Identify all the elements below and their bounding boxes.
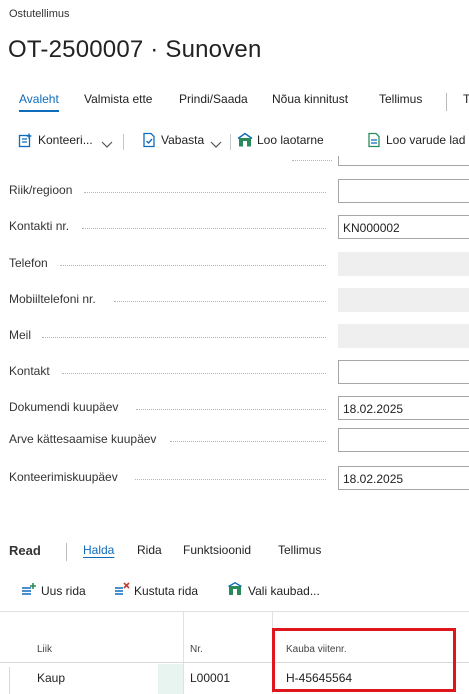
field-leader-dots [170, 441, 326, 442]
field-label: Konteerimiskuupäev [9, 470, 118, 484]
delete-line-icon [114, 582, 130, 599]
field-label: Meil [9, 328, 32, 342]
column-header-liik[interactable]: Liik [37, 644, 52, 655]
partial-field-input[interactable] [338, 156, 469, 166]
cell-type[interactable]: Kaup [37, 671, 65, 685]
lines-title: Read [9, 543, 41, 558]
contact-input[interactable] [338, 360, 469, 384]
tab-divider [446, 93, 447, 111]
field-label: Riik/regioon [9, 183, 73, 197]
field-meil: Meil [0, 324, 469, 350]
contact-no-input[interactable]: KN000002 [338, 215, 469, 239]
tab-valmista-ette[interactable]: Valmista ette [84, 92, 152, 106]
release-chevron-down-icon[interactable] [210, 136, 222, 154]
field-dokumendi-kuupaev: Dokumendi kuupäev 18.02.2025 [0, 396, 469, 422]
column-header-nr[interactable]: Nr. [190, 644, 203, 655]
tab-avaleht[interactable]: Avaleht [19, 92, 59, 112]
row-selector-edge [9, 667, 10, 694]
country-region-input[interactable] [338, 179, 469, 203]
toolbar-divider [123, 134, 124, 150]
tab-noua-kinnitust[interactable]: Nõua kinnitust [272, 92, 348, 106]
toolbar-divider [230, 134, 231, 150]
lines-header: Read Halda Rida Funktsioonid Tellimus [0, 540, 469, 564]
tab-tellimus[interactable]: Tellimus [379, 92, 422, 106]
field-leader-dots [42, 337, 326, 338]
release-label: Vabasta [161, 133, 205, 147]
new-line-icon [21, 582, 37, 599]
row-selected-marker [158, 664, 183, 694]
create-inventory-put-away-label: Loo varude lad [386, 133, 466, 147]
post-label: Konteeri... [38, 133, 93, 147]
create-inventory-put-away-button[interactable]: Loo varude lad [366, 132, 465, 148]
post-button[interactable]: Konteeri... [18, 132, 93, 148]
delete-line-button[interactable]: Kustuta rida [114, 582, 198, 599]
tab-prindi-saada[interactable]: Prindi/Saada [179, 92, 248, 106]
release-button[interactable]: Vabasta [141, 132, 204, 148]
post-icon [18, 132, 34, 148]
lines-tab-tellimus[interactable]: Tellimus [278, 543, 321, 557]
invoice-received-date-input[interactable] [338, 428, 469, 452]
warehouse-receipt-icon [237, 132, 253, 148]
field-label: Telefon [9, 256, 48, 270]
tab-overflow[interactable]: T [463, 92, 469, 106]
lines-divider [66, 543, 67, 561]
field-leader-dots [136, 409, 326, 410]
field-label: Kontakti nr. [9, 219, 70, 233]
lines-tab-halda[interactable]: Halda [83, 543, 114, 557]
field-telefon: Telefon [0, 252, 469, 278]
field-leader-dots [82, 228, 326, 229]
select-items-button[interactable]: Vali kaubad... [228, 582, 320, 599]
lines-tab-rida[interactable]: Rida [137, 543, 162, 557]
page-caption: Ostutellimus [9, 8, 70, 20]
new-line-button[interactable]: Uus rida [21, 582, 86, 599]
partial-field-dots [292, 160, 332, 161]
field-leader-dots [84, 192, 326, 193]
lines-toolbar: Uus rida Kustuta rida Vali kaubad... [0, 577, 469, 603]
lines-tab-funktsioonid[interactable]: Funktsioonid [183, 543, 251, 557]
field-riik-regioon: Riik/regioon [0, 179, 469, 205]
email-input [338, 324, 469, 348]
field-arve-kattesaamise-kuupaev: Arve kättesaamise kuupäev [0, 428, 469, 454]
field-leader-dots [60, 265, 326, 266]
inventory-put-away-icon [366, 132, 382, 148]
field-leader-dots [114, 301, 326, 302]
action-tabs: Avaleht Valmista ette Prindi/Saada Nõua … [0, 92, 469, 116]
field-label: Kontakt [9, 364, 50, 378]
action-toolbar: Konteeri... Vabasta Loo laotarne Loo var… [0, 128, 469, 156]
field-label: Mobiiltelefoni nr. [9, 292, 96, 306]
new-line-label: Uus rida [41, 583, 86, 598]
field-leader-dots [135, 479, 326, 480]
release-icon [141, 132, 157, 148]
page-title: OT-2500007 · Sunoven [8, 36, 262, 63]
create-warehouse-receipt-label: Loo laotarne [257, 133, 324, 147]
field-leader-dots [62, 373, 326, 374]
field-konteerimiskuupaev: Konteerimiskuupäev 18.02.2025 [0, 466, 469, 492]
delete-line-label: Kustuta rida [134, 583, 199, 598]
select-items-icon [228, 582, 244, 599]
mobile-phone-input [338, 288, 469, 312]
select-items-label: Vali kaubad... [248, 583, 320, 598]
cell-no[interactable]: L00001 [190, 671, 230, 685]
create-warehouse-receipt-button[interactable]: Loo laotarne [237, 132, 324, 148]
document-date-input[interactable]: 18.02.2025 [338, 396, 469, 420]
field-mobiiltelefoni-nr: Mobiiltelefoni nr. [0, 288, 469, 314]
post-chevron-down-icon[interactable] [101, 136, 113, 154]
field-kontakti-nr: Kontakti nr. KN000002 [0, 215, 469, 241]
field-kontakt: Kontakt [0, 360, 469, 386]
highlight-annotation-box [272, 628, 456, 692]
phone-input [338, 252, 469, 276]
field-label: Dokumendi kuupäev [9, 400, 119, 414]
posting-date-input[interactable]: 18.02.2025 [338, 466, 469, 490]
field-label: Arve kättesaamise kuupäev [9, 432, 157, 446]
